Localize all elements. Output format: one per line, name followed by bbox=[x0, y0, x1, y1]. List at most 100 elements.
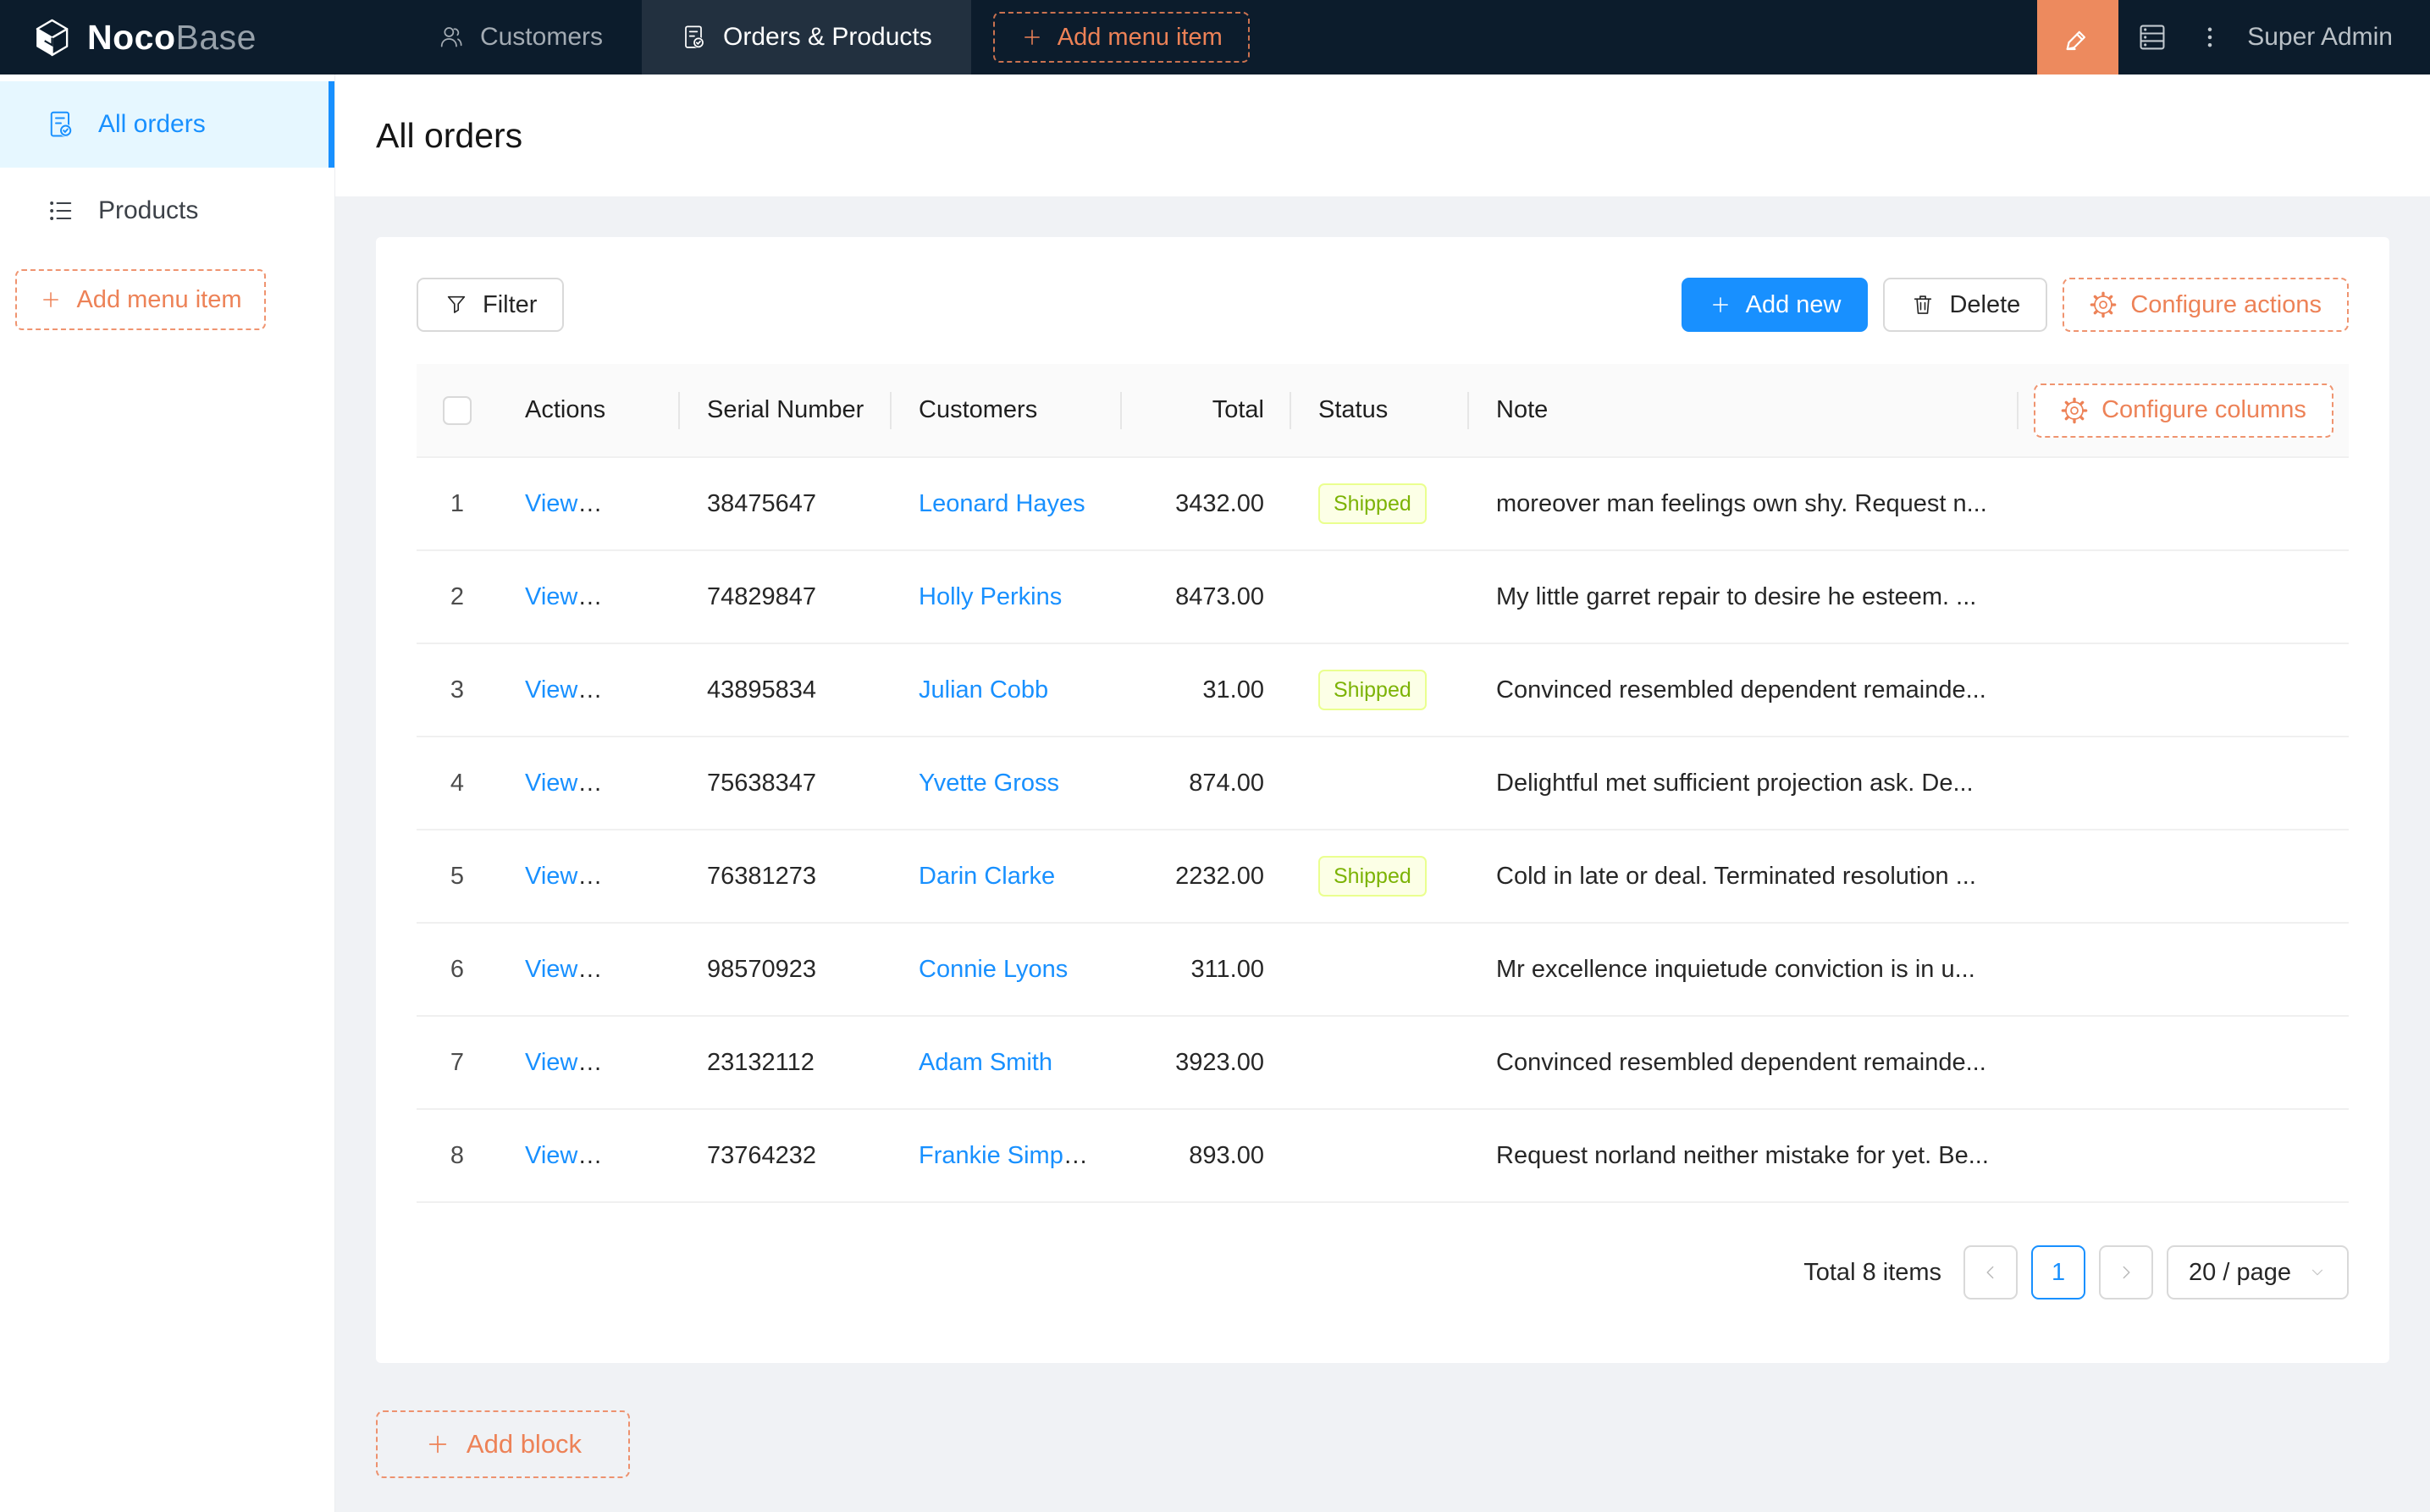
current-user[interactable]: Super Admin bbox=[2247, 23, 2393, 52]
configure-columns-spacer-cell bbox=[2019, 830, 2349, 924]
sidebar-item-label: Products bbox=[98, 196, 199, 224]
nocobase-logo[interactable]: NocoBase bbox=[0, 18, 257, 58]
plus-icon bbox=[43, 292, 59, 307]
configure-actions-button[interactable]: Configure actions bbox=[2063, 278, 2349, 332]
customer-link[interactable]: Connie Lyons bbox=[919, 956, 1068, 983]
row-index: 6 bbox=[450, 955, 465, 983]
note-text: Convinced resembled dependent remainde..… bbox=[1496, 1048, 1986, 1076]
top-bar-right: Super Admin bbox=[2037, 0, 2430, 74]
add-menu-item-button-sidebar[interactable]: Add menu item bbox=[15, 269, 266, 330]
row-index-cell: 2 bbox=[417, 550, 498, 644]
row-index-cell: 7 bbox=[417, 1016, 498, 1110]
view-link[interactable]: View bbox=[525, 863, 602, 890]
nocobase-logo-icon bbox=[36, 19, 69, 56]
customer-link[interactable]: Darin Clarke bbox=[919, 863, 1055, 890]
customer-link[interactable]: Yvette Gross bbox=[919, 770, 1059, 797]
edit-link[interactable]: Edit bbox=[613, 863, 655, 890]
page-1-button[interactable]: 1 bbox=[2031, 1245, 2086, 1300]
sidebar-item-label: All orders bbox=[98, 110, 206, 138]
row-index-cell: 6 bbox=[417, 923, 498, 1017]
serial-number: 75638347 bbox=[707, 769, 817, 797]
edit-link[interactable]: Edit bbox=[613, 490, 655, 517]
sidebar-item-products[interactable]: Products bbox=[0, 168, 334, 254]
customer-cell: Yvette Gross bbox=[892, 737, 1122, 830]
edit-link[interactable]: Edit bbox=[613, 583, 655, 610]
page-title: All orders bbox=[376, 115, 523, 155]
status-cell bbox=[1291, 737, 1469, 830]
chevron-right-icon bbox=[2123, 1266, 2130, 1279]
add-new-button[interactable]: Add new bbox=[1681, 278, 1869, 332]
configure-columns-spacer-cell bbox=[2019, 1109, 2349, 1203]
page-size-select[interactable]: 20 / page bbox=[2167, 1245, 2349, 1300]
row-index: 3 bbox=[450, 676, 465, 704]
view-link[interactable]: View bbox=[525, 956, 602, 983]
view-link[interactable]: View bbox=[525, 1049, 602, 1076]
customer-link[interactable]: Adam Smith bbox=[919, 1049, 1052, 1076]
add-block-button[interactable]: Add block bbox=[376, 1410, 630, 1478]
edit-link[interactable]: Edit bbox=[613, 770, 655, 797]
serial-number-cell: 76381273 bbox=[680, 830, 892, 924]
collections-button[interactable] bbox=[2118, 0, 2186, 74]
page-header: All orders bbox=[335, 74, 2430, 196]
more-actions-button[interactable] bbox=[2186, 0, 2234, 74]
view-link[interactable]: View bbox=[525, 583, 602, 610]
filter-button[interactable]: Filter bbox=[417, 278, 565, 332]
main-menu: Customers Orders & Products bbox=[399, 0, 971, 74]
pagination: Total 8 items 1 20 / page bbox=[417, 1245, 2349, 1300]
serial-number-cell: 75638347 bbox=[680, 737, 892, 830]
edit-link[interactable]: Edit bbox=[613, 676, 655, 704]
row-index-cell: 8 bbox=[417, 1109, 498, 1203]
sidebar: All orders Products Add menu item bbox=[0, 74, 335, 1512]
top-bar: NocoBase Customers Orders & Products Add… bbox=[0, 0, 2430, 74]
filter-icon bbox=[447, 295, 466, 313]
note-cell: Convinced resembled dependent remainde..… bbox=[1469, 1016, 2019, 1110]
note-text: My little garret repair to desire he est… bbox=[1496, 582, 1977, 610]
total-value: 874.00 bbox=[1189, 769, 1264, 797]
edit-link[interactable]: Edit bbox=[613, 1049, 655, 1076]
delete-button[interactable]: Delete bbox=[1883, 278, 2048, 332]
view-link[interactable]: View bbox=[525, 490, 602, 517]
row-actions-cell: View Edit bbox=[498, 643, 680, 737]
ui-editor-button[interactable] bbox=[2037, 0, 2119, 74]
add-menu-item-button-top[interactable]: Add menu item bbox=[992, 12, 1250, 63]
total-cell: 2232.00 bbox=[1122, 830, 1291, 924]
view-link[interactable]: View bbox=[525, 676, 602, 704]
tab-orders-products-label: Orders & Products bbox=[723, 23, 932, 51]
add-block-label: Add block bbox=[466, 1429, 583, 1459]
row-index: 5 bbox=[450, 862, 465, 890]
total-value: 893.00 bbox=[1189, 1141, 1264, 1169]
customer-link[interactable]: Julian Cobb bbox=[919, 676, 1048, 704]
serial-number: 76381273 bbox=[707, 862, 817, 890]
select-all-checkbox[interactable] bbox=[443, 395, 472, 425]
table-row: 8 View Edit 73764232 Frankie Simpson 893.… bbox=[417, 1109, 2349, 1203]
view-link[interactable]: View bbox=[525, 770, 602, 797]
tab-orders-products[interactable]: Orders & Products bbox=[642, 0, 971, 74]
total-cell: 31.00 bbox=[1122, 643, 1291, 737]
add-new-button-label: Add new bbox=[1745, 290, 1842, 318]
view-link[interactable]: View bbox=[525, 1142, 602, 1169]
select-all-cell bbox=[417, 364, 498, 458]
customer-link[interactable]: Holly Perkins bbox=[919, 583, 1062, 610]
prev-page-button[interactable] bbox=[1963, 1245, 2019, 1300]
customer-link[interactable]: Frankie Simpson bbox=[919, 1142, 1103, 1169]
row-actions-cell: View Edit bbox=[498, 550, 680, 644]
row-index-cell: 5 bbox=[417, 830, 498, 924]
edit-link[interactable]: Edit bbox=[613, 1142, 655, 1169]
plus-icon bbox=[1712, 297, 1728, 312]
column-header-note: Note bbox=[1469, 364, 2019, 458]
tab-customers[interactable]: Customers bbox=[399, 0, 642, 74]
table-header-row: Actions Serial Number Customers Total St… bbox=[417, 364, 2349, 458]
next-page-button[interactable] bbox=[2099, 1245, 2154, 1300]
customer-link[interactable]: Leonard Hayes bbox=[919, 490, 1085, 517]
customer-cell: Julian Cobb bbox=[892, 643, 1122, 737]
sidebar-item-all-orders[interactable]: All orders bbox=[0, 81, 334, 168]
table-row: 3 View Edit 43895834 Julian Cobb 31.00 Sh… bbox=[417, 643, 2349, 737]
pagination-total: Total 8 items bbox=[1803, 1258, 1942, 1286]
list-icon bbox=[49, 201, 72, 221]
customer-cell: Leonard Hayes bbox=[892, 457, 1122, 551]
status-cell bbox=[1291, 1109, 1469, 1203]
plus-icon bbox=[428, 1435, 447, 1454]
configure-columns-button[interactable]: Configure columns bbox=[2034, 383, 2333, 438]
edit-link[interactable]: Edit bbox=[613, 956, 655, 983]
total-cell: 893.00 bbox=[1122, 1109, 1291, 1203]
